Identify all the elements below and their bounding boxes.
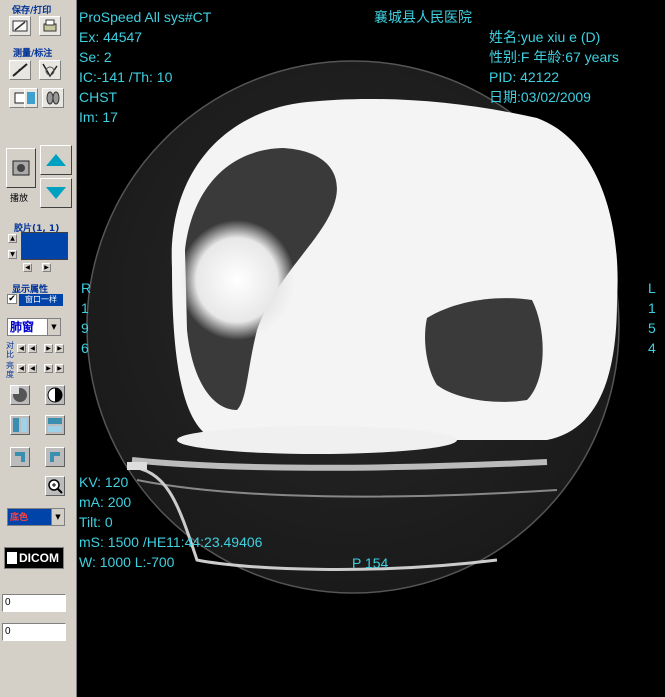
window-level: W: 1000 L:-700	[79, 554, 175, 570]
rotate-right-button[interactable]	[45, 447, 65, 467]
series-number: Se: 2	[79, 49, 112, 65]
contrast-increase-fast[interactable]: ▶	[55, 344, 64, 353]
chevron-down-icon: ▼	[47, 319, 60, 335]
orient-left-2: 9	[81, 320, 89, 336]
hospital-name: 襄城县人民医院	[374, 9, 472, 25]
overlay-top-left: ProSpeed All sys#CT Ex: 44547 Se: 2 IC:-…	[79, 7, 211, 127]
brightness-decrease-fast[interactable]: ◀	[17, 364, 26, 373]
orient-right-1: 1	[648, 300, 656, 316]
angle-icon	[42, 63, 58, 78]
same-window-checkbox[interactable]: ✔	[7, 294, 17, 304]
print-icon	[43, 19, 57, 32]
play-label: 播放	[10, 194, 29, 204]
save-icon	[12, 20, 28, 32]
contrast-decrease-fast[interactable]: ◀	[17, 344, 26, 353]
brightness-label: 亮度	[6, 361, 14, 379]
ruler-icon	[12, 63, 28, 77]
play-button[interactable]	[6, 148, 36, 188]
save-button[interactable]	[9, 16, 31, 36]
print-button[interactable]	[39, 16, 61, 36]
table-position: P 154	[352, 555, 389, 571]
orientation-left: R 1 9 6	[81, 278, 91, 358]
measure-group-title: 测量/标注	[13, 49, 53, 59]
window-preset-value: 肺窗	[10, 320, 35, 334]
chevron-down-icon: ▼	[51, 509, 64, 525]
image-number: Im: 17	[79, 109, 118, 125]
flip-horizontal-button[interactable]	[10, 415, 30, 435]
half-contrast-button[interactable]	[45, 385, 65, 405]
frame-spin-up[interactable]: ▲	[8, 234, 17, 243]
orient-left-0: R	[81, 280, 92, 296]
patient-id: PID: 42122	[489, 69, 560, 85]
brightness-increase[interactable]: ▶	[44, 364, 53, 373]
exam-number: Ex: 44547	[79, 29, 143, 45]
zoom-button[interactable]	[45, 476, 65, 496]
exposure-time: mS: 1500 /HE11:44:23.49406	[79, 534, 263, 550]
flip-vertical-button[interactable]	[45, 415, 65, 435]
ma-value: mA: 200	[79, 494, 132, 510]
background-color-select[interactable]: 底色 ▼	[7, 508, 65, 526]
frame-spin-down[interactable]: ▼	[8, 250, 17, 259]
orient-left-1: 1	[81, 300, 89, 316]
contrast-label: 对比	[6, 341, 14, 359]
rotate-right-icon	[50, 452, 60, 462]
orient-right-3: 4	[648, 340, 656, 356]
save-print-group-title: 保存/打印	[12, 6, 52, 16]
background-color-value: 底色	[10, 513, 29, 523]
brightness-decrease[interactable]: ◀	[28, 364, 37, 373]
magnifier-icon	[48, 479, 63, 494]
contrast-increase[interactable]: ▶	[44, 344, 53, 353]
patient-name: 姓名:yue xiu e (D)	[489, 29, 601, 45]
overlay-bottom-left: KV: 120 mA: 200 Tilt: 0 mS: 1500 /HE11:4…	[79, 472, 262, 572]
same-window-label: 窗口一样	[19, 294, 63, 306]
frame-preview[interactable]	[21, 232, 68, 260]
invert-button[interactable]	[10, 385, 30, 405]
angle-button[interactable]	[39, 60, 61, 80]
flip-horizontal-icon	[13, 418, 27, 432]
lung-icon	[46, 91, 60, 105]
text-annotate-button[interactable]	[24, 88, 38, 108]
ct-image-viewer[interactable]: ProSpeed All sys#CT Ex: 44547 Se: 2 IC:-…	[77, 0, 665, 697]
orient-right-2: 5	[648, 320, 656, 336]
tilt-value: Tilt: 0	[79, 514, 113, 530]
patient-sex-age: 性别:F 年龄:67 years	[489, 49, 619, 65]
text-icon	[27, 92, 35, 104]
dicom-button[interactable]: DICOM	[4, 547, 64, 569]
arrow-up-icon	[46, 154, 66, 166]
previous-image-button[interactable]	[40, 145, 72, 175]
rotate-left-button[interactable]	[10, 447, 30, 467]
frame-scroll-right[interactable]: ▶	[42, 263, 51, 272]
invert-icon	[11, 386, 27, 402]
contrast-decrease[interactable]: ◀	[28, 344, 37, 353]
kv-value: KV: 120	[79, 474, 129, 490]
arrow-down-icon	[46, 187, 66, 199]
study-date: 日期:03/02/2009	[489, 89, 591, 105]
orientation-right: L 1 5 4	[648, 278, 656, 358]
orient-left-3: 6	[81, 340, 89, 356]
brightness-increase-fast[interactable]: ▶	[55, 364, 64, 373]
orient-right-0: L	[648, 280, 656, 296]
flip-vertical-icon	[48, 418, 62, 432]
body-part: CHST	[79, 89, 118, 105]
ruler-button[interactable]	[9, 60, 31, 80]
next-image-button[interactable]	[40, 178, 72, 208]
half-circle-icon	[47, 387, 63, 403]
film-projector-icon	[12, 160, 30, 176]
numeric-field-1[interactable]: 0	[2, 594, 66, 612]
scanner-model: ProSpeed All sys#CT	[79, 9, 212, 25]
frame-scroll-left[interactable]: ◀	[23, 263, 32, 272]
rotate-left-icon	[15, 452, 25, 462]
tool-sidebar: 保存/打印 测量/标注 播放 胶片(1, 1) ▲ ▼ ◀ ▶ 显示属性 ✔ 窗…	[0, 0, 77, 697]
dicom-file-icon	[7, 552, 17, 564]
dicom-label: DICOM	[19, 551, 59, 565]
window-preset-select[interactable]: 肺窗 ▼	[7, 318, 61, 336]
slice-thickness: IC:-141 /Th: 10	[79, 69, 173, 85]
overlay-top-right: 姓名:yue xiu e (D) 性别:F 年龄:67 years PID: 4…	[489, 27, 619, 107]
lung-view-button[interactable]	[42, 88, 64, 108]
numeric-field-2[interactable]: 0	[2, 623, 66, 641]
